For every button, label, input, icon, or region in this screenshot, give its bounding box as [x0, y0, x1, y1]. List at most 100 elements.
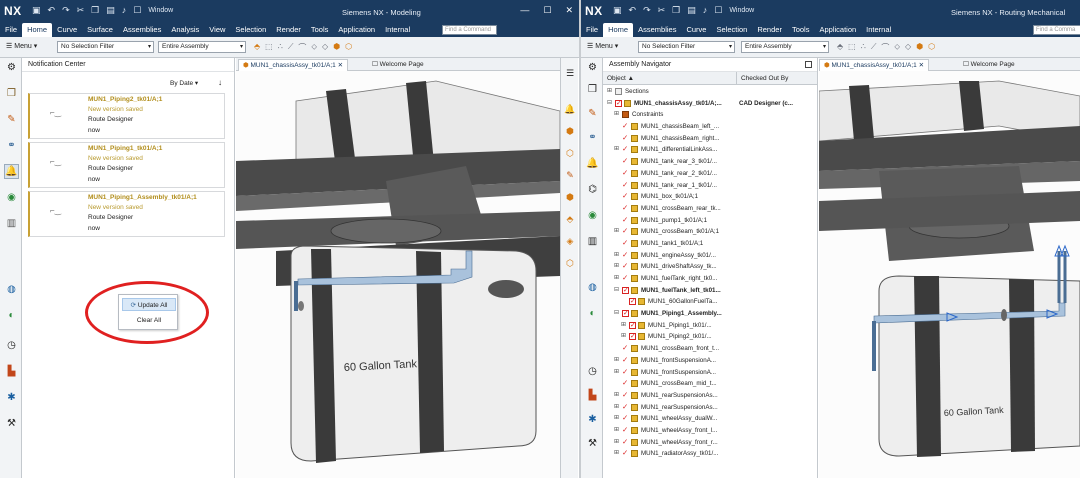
menu-selection[interactable]: Selection	[711, 23, 752, 37]
visibility-check-icon[interactable]: ✓	[622, 237, 628, 249]
expand-icon[interactable]: ⊞	[614, 144, 619, 156]
face-icon[interactable]: ⬦	[894, 42, 900, 53]
undo-icon[interactable]: ↶	[629, 5, 637, 16]
copy-icon[interactable]: ❐	[91, 5, 99, 16]
visibility-check-icon[interactable]: ✓	[622, 377, 628, 389]
sort-direction-icon[interactable]: ↓	[218, 78, 222, 87]
visibility-check-icon[interactable]: ✓	[622, 272, 628, 284]
roles-icon[interactable]: ✱	[4, 390, 19, 405]
assembly-icon[interactable]: ⬡	[345, 42, 352, 53]
menu-home[interactable]: Home	[603, 23, 634, 37]
resource-list-icon[interactable]: ☰	[563, 66, 577, 80]
point-icon[interactable]: ∴	[861, 42, 866, 53]
paste-icon[interactable]: ▤	[106, 5, 115, 16]
globe-icon[interactable]: ◍	[4, 282, 19, 297]
redo-icon[interactable]: ↷	[62, 5, 70, 16]
stock-icon[interactable]: ⬢	[563, 190, 577, 204]
touch-mode-icon[interactable]: ☐	[133, 5, 141, 16]
find-command-input[interactable]: Find a Comma	[1033, 25, 1080, 35]
panel-maximize-icon[interactable]	[805, 61, 812, 68]
notification-bell-icon[interactable]: 🔔	[4, 164, 19, 179]
expand-icon[interactable]: ⊞	[614, 250, 619, 262]
component-icon[interactable]: ⬡	[563, 146, 577, 160]
selection-filter-dropdown[interactable]: No Selection Filter ▾	[57, 41, 154, 53]
expand-icon[interactable]: ⊞	[614, 273, 619, 285]
tree-row[interactable]: ⊟ ✓ MUN1_fuelTank_left_tk01...	[603, 285, 817, 297]
reuse-library-icon[interactable]: ▥	[585, 234, 600, 249]
tools-icon[interactable]: ⚒	[585, 436, 600, 451]
menu-assemblies[interactable]: Assemblies	[633, 23, 681, 37]
expand-icon[interactable]: ⊞	[607, 86, 612, 98]
menu-assemblies[interactable]: Assemblies	[118, 23, 166, 37]
tree-row[interactable]: ✓ MUN1_crossBeam_front_t...	[603, 343, 817, 355]
tree-row[interactable]: ⊞ Sections	[603, 86, 817, 98]
menu-analysis[interactable]: Analysis	[166, 23, 204, 37]
assembly-icon[interactable]: ⬡	[928, 42, 935, 53]
tree-row[interactable]: ✓ MUN1_pump1_tk01/A;1	[603, 215, 817, 227]
line-icon[interactable]: ⟋	[288, 42, 294, 53]
tree-row[interactable]: ✓ MUN1_tank1_tk01/A;1	[603, 238, 817, 250]
graphics-viewport[interactable]: ⬢ MUN1_chassisAssy_tk01/A;1 ✕ ☐ Welcome …	[819, 58, 1080, 478]
tree-row[interactable]: ✓ MUN1_crossBeam_mid_t...	[603, 378, 817, 390]
object-column-header[interactable]: Object ▲	[607, 75, 634, 82]
teamcenter-icon[interactable]: ◐	[4, 308, 19, 323]
tree-row[interactable]: ⊞ ✓ MUN1_radiatorAssy_tk01/...	[603, 448, 817, 460]
tab-welcome-page[interactable]: ☐ Welcome Page	[959, 59, 1019, 71]
visibility-check-icon[interactable]: ✓	[622, 143, 628, 155]
save-icon[interactable]: ▣	[613, 5, 622, 16]
tree-row[interactable]: ✓ MUN1_chassisBeam_right...	[603, 133, 817, 145]
menu-curve[interactable]: Curve	[52, 23, 82, 37]
tree-row[interactable]: ⊞ ✓ MUN1_engineAssy_tk01/...	[603, 250, 817, 262]
line-icon[interactable]: ⟋	[871, 42, 877, 53]
menu-selection[interactable]: Selection	[230, 23, 271, 37]
mic-icon[interactable]: ♪	[122, 5, 127, 16]
visibility-check-icon[interactable]: ✓	[622, 225, 628, 237]
component-icon[interactable]: ⬢	[563, 124, 577, 138]
visibility-check-icon[interactable]: ✓	[622, 249, 628, 261]
expand-icon[interactable]: ⊞	[614, 261, 619, 273]
history-icon[interactable]: ◷	[4, 338, 19, 353]
tree-row[interactable]: ⊞ ✓ MUN1_wheelAssy_front_r...	[603, 437, 817, 449]
expand-icon[interactable]: ⊞	[614, 402, 619, 414]
tree-row[interactable]: ⊞ ✓ MUN1_frontSuspensionA...	[603, 367, 817, 379]
network-icon[interactable]: ⌬	[585, 182, 600, 197]
visibility-check-icon[interactable]: ✓	[622, 436, 628, 448]
expand-icon[interactable]: ⊞	[614, 367, 619, 379]
filter-icon[interactable]: ⬚	[848, 42, 856, 53]
reuse-library-icon[interactable]: ▥	[4, 216, 19, 231]
collapse-icon[interactable]: ⊟	[607, 98, 612, 110]
globe-icon[interactable]: ◍	[585, 280, 600, 295]
redo-icon[interactable]: ↷	[643, 5, 651, 16]
tree-row[interactable]: ⊞ ✓ MUN1_driveShaftAssy_tk...	[603, 261, 817, 273]
visibility-checkbox[interactable]: ✓	[629, 333, 636, 341]
save-icon[interactable]: ▣	[32, 5, 41, 16]
fitting-icon[interactable]: ⬘	[563, 212, 577, 226]
assembly-navigator-icon[interactable]: ✎	[4, 112, 19, 127]
visibility-check-icon[interactable]: ✓	[622, 202, 628, 214]
process-studio-icon[interactable]: ▙	[585, 388, 600, 403]
web-browser-icon[interactable]: ◉	[4, 190, 19, 205]
visibility-check-icon[interactable]: ✓	[622, 190, 628, 202]
snap-icon[interactable]: ⬘	[837, 42, 843, 53]
menu-internal[interactable]: Internal	[380, 23, 415, 37]
snap-icon[interactable]: ⬘	[254, 42, 260, 53]
tree-row[interactable]: ⊞ ✓ MUN1_crossBeam_tk01/A;1	[603, 226, 817, 238]
cut-icon[interactable]: ✂	[658, 5, 666, 16]
expand-icon[interactable]: ⊞	[614, 355, 619, 367]
tab-close-icon[interactable]: ✕	[919, 62, 924, 69]
expand-icon[interactable]: ⊞	[614, 425, 619, 437]
visibility-check-icon[interactable]: ✓	[622, 424, 628, 436]
expand-icon[interactable]: ⊞	[614, 437, 619, 449]
menu-view[interactable]: View	[204, 23, 230, 37]
visibility-check-icon[interactable]: ✓	[622, 179, 628, 191]
touch-mode-icon[interactable]: ☐	[714, 5, 722, 16]
route-icon[interactable]: ✎	[563, 168, 577, 182]
web-browser-icon[interactable]: ◉	[585, 208, 600, 223]
tree-row[interactable]: ⊞ ✓ MUN1_rearSuspensionAs...	[603, 390, 817, 402]
tree-row[interactable]: ⊞ Constraints	[603, 109, 817, 121]
tree-row[interactable]: ✓ MUN1_60GallonFuelTa...	[603, 296, 817, 308]
menu-application[interactable]: Application	[814, 23, 861, 37]
constraint-navigator-icon[interactable]: ⚭	[4, 138, 19, 153]
tree-row[interactable]: ⊞ ✓ MUN1_fuelTank_right_tk0...	[603, 273, 817, 285]
copy-icon[interactable]: ❐	[672, 5, 680, 16]
